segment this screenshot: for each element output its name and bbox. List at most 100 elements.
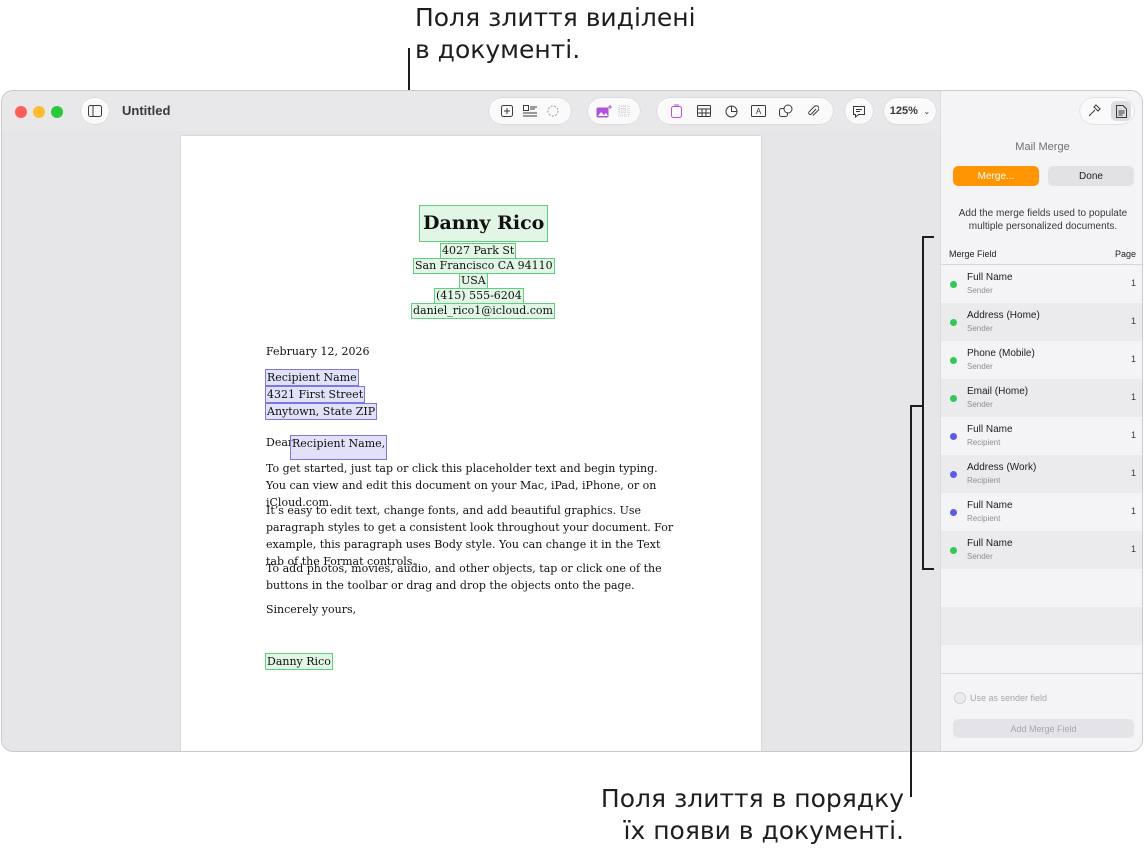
page-icon[interactable]: [666, 101, 688, 121]
sidebar-description: Add the merge fields used to populate mu…: [958, 208, 1128, 232]
inspector-tabs: [1080, 98, 1134, 124]
merge-field-sender-phone[interactable]: (415) 555-6204: [434, 288, 524, 304]
row-field-page: 1: [1130, 544, 1136, 554]
callout-highlighted-fields: Поля злиття виділені в документі.: [415, 2, 835, 66]
row-field-name: Full Name: [967, 538, 1013, 549]
recipient-dot-icon: [950, 433, 957, 440]
row-field-name: Address (Work): [967, 462, 1037, 473]
merge-field-row[interactable]: Full Name Sender 1: [941, 531, 1142, 569]
sidebar-icon: [84, 101, 106, 121]
merge-field-list: Full Name Sender 1 Address (Home) Sender…: [941, 265, 1142, 645]
column-merge-field: Merge Field: [949, 249, 997, 259]
merge-field-row[interactable]: Phone (Mobile) Sender 1: [941, 341, 1142, 379]
callout-bottom-line1: Поля злиття в порядку: [600, 784, 904, 813]
use-as-sender-label: Use as sender field: [970, 693, 1048, 703]
row-field-page: 1: [1130, 278, 1136, 288]
insert-group: [489, 98, 571, 124]
merge-field-sender-street[interactable]: 4027 Park St: [440, 243, 517, 259]
callout-top-line2: в документі.: [415, 35, 581, 64]
row-field-role: Sender: [967, 362, 993, 371]
zoom-value: 125%: [889, 105, 918, 117]
add-merge-field-button[interactable]: Add Merge Field: [953, 719, 1134, 738]
merge-field-greeting-name[interactable]: Recipient Name,: [290, 435, 388, 460]
insert-icon[interactable]: [496, 101, 518, 121]
row-field-name: Email (Home): [967, 386, 1029, 397]
merge-field-row[interactable]: Address (Work) Recipient 1: [941, 455, 1142, 493]
row-field-role: Sender: [967, 286, 993, 295]
objects-group: A: [657, 98, 833, 124]
sender-dot-icon: [950, 281, 957, 288]
sender-dot-icon: [950, 357, 957, 364]
row-field-name: Phone (Mobile): [967, 348, 1035, 359]
merge-field-sender-email[interactable]: daniel_rico1@icloud.com: [411, 303, 555, 319]
media-icon[interactable]: [594, 101, 614, 121]
recipient-dot-icon: [950, 471, 957, 478]
use-as-sender-checkbox[interactable]: [954, 692, 966, 704]
row-field-role: Sender: [967, 324, 993, 333]
grid-icon: [614, 101, 634, 121]
row-field-role: Recipient: [967, 438, 1001, 447]
row-field-role: Sender: [967, 400, 993, 409]
merge-field-row[interactable]: Full Name Recipient 1: [941, 493, 1142, 531]
sender-dot-icon: [950, 395, 957, 402]
merge-field-signature[interactable]: Danny Rico: [265, 653, 333, 670]
zoom-window-button[interactable]: [51, 106, 63, 118]
row-field-page: 1: [1130, 316, 1136, 326]
document-canvas: Danny Rico 4027 Park St San Francisco CA…: [2, 131, 940, 751]
row-field-name: Full Name: [967, 272, 1013, 283]
svg-text:A: A: [756, 107, 762, 116]
callout-bottom-line2: їх появи в документі.: [623, 816, 905, 845]
merge-field-recipient-city[interactable]: Anytown, State ZIP: [265, 403, 378, 420]
minimize-window-button[interactable]: [33, 106, 45, 118]
document-page[interactable]: Danny Rico 4027 Park St San Francisco CA…: [181, 136, 761, 751]
zoom-control[interactable]: 125% ⌄: [884, 98, 936, 124]
done-button[interactable]: Done: [1048, 166, 1134, 186]
row-field-role: Sender: [967, 552, 993, 561]
merge-button[interactable]: Merge...: [953, 166, 1039, 186]
row-field-page: 1: [1130, 506, 1136, 516]
merge-field-row[interactable]: Address (Home) Sender 1: [941, 303, 1142, 341]
row-field-name: Full Name: [967, 424, 1013, 435]
row-field-page: 1: [1130, 354, 1136, 364]
sidebar-divider: [941, 673, 1142, 674]
row-field-name: Address (Home): [967, 310, 1040, 321]
shape-magic-icon[interactable]: [542, 101, 564, 121]
merge-field-sender-city[interactable]: San Francisco CA 94110: [413, 258, 555, 274]
list-icon[interactable]: [519, 101, 541, 121]
body-paragraph-3[interactable]: To add photos, movies, audio, and other …: [266, 560, 681, 594]
callout-field-order: Поля злиття в порядку їх появи в докумен…: [484, 783, 904, 847]
pages-window: Untitled A 125% ⌄ Danny Rico 4027 Park S…: [1, 90, 1143, 752]
document-title: Untitled: [122, 103, 171, 118]
sender-dot-icon: [950, 547, 957, 554]
text-icon[interactable]: A: [748, 101, 770, 121]
table-icon[interactable]: [693, 101, 715, 121]
merge-field-row[interactable]: Full Name Recipient 1: [941, 417, 1142, 455]
merge-field-row[interactable]: Full Name Sender 1: [941, 265, 1142, 303]
chart-icon[interactable]: [720, 101, 742, 121]
format-icon[interactable]: [1083, 101, 1105, 121]
merge-field-row[interactable]: Email (Home) Sender 1: [941, 379, 1142, 417]
row-field-name: Full Name: [967, 500, 1013, 511]
callout-bracket-vertical: [922, 236, 924, 570]
merge-field-recipient-name[interactable]: Recipient Name: [265, 369, 359, 386]
close-window-button[interactable]: [15, 106, 27, 118]
attach-icon[interactable]: [802, 101, 824, 121]
shape-icon[interactable]: [775, 101, 797, 121]
row-field-page: 1: [1130, 468, 1136, 478]
comment-button[interactable]: [845, 98, 873, 124]
callout-bottom-leader-vertical: [910, 405, 912, 797]
merge-field-sender-country[interactable]: USA: [459, 273, 488, 289]
row-field-page: 1: [1130, 430, 1136, 440]
merge-field-recipient-street[interactable]: 4321 First Street: [265, 386, 366, 403]
row-field-role: Recipient: [967, 476, 1001, 485]
callout-top-line1: Поля злиття виділені: [415, 3, 696, 32]
merge-field-sender-name[interactable]: Danny Rico: [419, 205, 549, 242]
chevron-down-icon: ⌄: [923, 106, 931, 116]
document-icon[interactable]: [1111, 101, 1131, 121]
letter-date: February 12, 2026: [266, 345, 370, 358]
row-field-page: 1: [1130, 392, 1136, 402]
sender-dot-icon: [950, 319, 957, 326]
empty-row: [941, 569, 1142, 607]
sidebar-toggle-button[interactable]: [81, 98, 109, 124]
row-field-role: Recipient: [967, 514, 1001, 523]
